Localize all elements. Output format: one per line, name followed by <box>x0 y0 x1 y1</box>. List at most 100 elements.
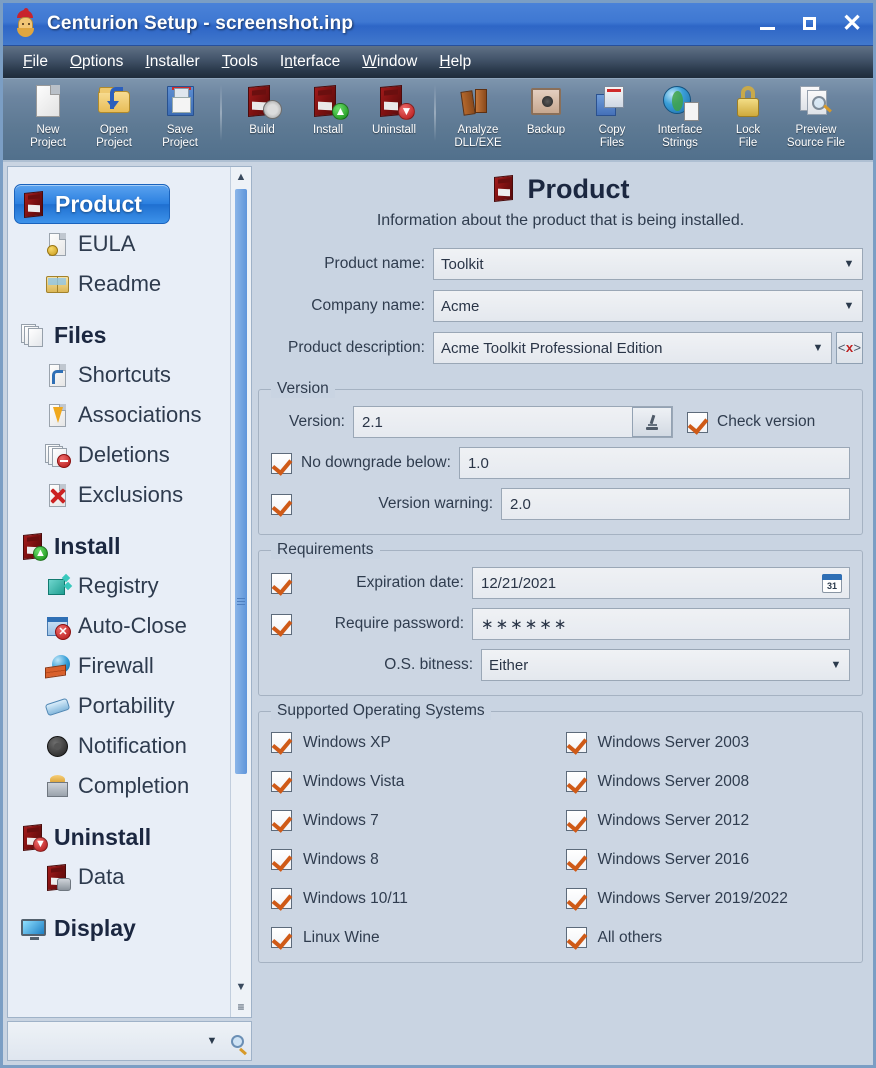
chevron-down-icon[interactable]: ▼ <box>201 1022 223 1060</box>
os-checkbox[interactable] <box>271 927 292 948</box>
sidebar-item-eula[interactable]: EULA <box>14 224 230 264</box>
toolbar-analyze-dll-exe[interactable]: Analyze DLL/EXE <box>443 83 513 149</box>
toolbar-preview-source-file[interactable]: Preview Source File <box>781 83 851 149</box>
chevron-down-icon[interactable]: ▼ <box>836 291 862 321</box>
chevron-down-icon[interactable]: ▼ <box>823 650 849 680</box>
toolbar-backup[interactable]: Backup <box>513 83 579 137</box>
sidebar-item-registry[interactable]: Registry <box>14 566 230 606</box>
sidebar-item-firewall[interactable]: Firewall <box>14 646 230 686</box>
os-label: Windows Server 2008 <box>597 772 750 790</box>
expiration-date-input[interactable]: 12/21/2021 31 <box>472 567 850 599</box>
expand-variables-button[interactable]: < x > <box>836 332 863 364</box>
os-label: Windows Vista <box>303 772 405 790</box>
sidebar-item-files[interactable]: Files <box>14 315 230 355</box>
os-checkbox[interactable] <box>271 810 292 831</box>
os-item[interactable]: Windows Server 2003 <box>565 732 851 753</box>
menu-help[interactable]: Help <box>429 50 481 74</box>
os-bitness-combobox[interactable]: Either ▼ <box>481 649 850 681</box>
os-item[interactable]: Windows 10/11 <box>271 888 556 909</box>
expiration-date-checkbox[interactable] <box>271 572 292 594</box>
os-item[interactable]: Windows 8 <box>271 849 556 870</box>
company-name-combobox[interactable]: Acme ▼ <box>433 290 863 322</box>
toolbar-new-project[interactable]: New Project <box>15 83 81 149</box>
toolbar-install[interactable]: ▲ Install <box>295 83 361 137</box>
sidebar-item-readme[interactable]: Readme <box>14 264 230 304</box>
chevron-down-icon[interactable]: ▼ <box>836 249 862 279</box>
os-checkbox[interactable] <box>271 888 292 909</box>
os-item[interactable]: Windows Vista <box>271 771 556 792</box>
version-warning-checkbox[interactable] <box>271 493 292 515</box>
os-checkbox[interactable] <box>565 810 587 831</box>
os-item[interactable]: Windows Server 2008 <box>565 771 851 792</box>
sidebar-item-deletions[interactable]: Deletions <box>14 435 230 475</box>
sidebar-item-auto-close[interactable]: ✕ Auto-Close <box>14 606 230 646</box>
no-downgrade-checkbox[interactable] <box>271 452 292 474</box>
chevron-down-icon[interactable]: ▼ <box>805 333 831 363</box>
toolbar-build[interactable]: Build <box>229 83 295 137</box>
product-name-combobox[interactable]: Toolkit ▼ <box>433 248 863 280</box>
password-input[interactable]: ∗∗∗∗∗∗ <box>472 608 850 640</box>
maximize-button[interactable] <box>799 13 821 35</box>
sidebar-item-uninstall[interactable]: ▼ Uninstall <box>14 817 230 857</box>
calendar-icon[interactable]: 31 <box>822 573 842 593</box>
menu-interface[interactable]: Interface <box>270 50 350 74</box>
sidebar-scrollbar[interactable]: ▲ ▼ ≡ <box>230 167 251 1017</box>
os-checkbox[interactable] <box>565 849 587 870</box>
os-checkbox[interactable] <box>271 771 292 792</box>
menu-options[interactable]: Options <box>60 50 133 74</box>
sidebar-item-completion[interactable]: Completion <box>14 766 230 806</box>
os-item[interactable]: Windows Server 2016 <box>565 849 851 870</box>
scrollbar-thumb[interactable] <box>235 189 247 774</box>
toolbar-lock-file[interactable]: Lock File <box>715 83 781 149</box>
scrollbar-track[interactable] <box>231 187 251 977</box>
os-item[interactable]: Windows Server 2012 <box>565 810 851 831</box>
sidebar-item-data[interactable]: Data <box>14 857 230 897</box>
os-checkbox[interactable] <box>565 927 587 948</box>
minimize-button[interactable] <box>757 13 779 35</box>
menu-tools[interactable]: Tools <box>212 50 268 74</box>
check-version-checkbox[interactable] <box>687 411 708 433</box>
product-description-combobox[interactable]: Acme Toolkit Professional Edition ▼ <box>433 332 832 364</box>
os-checkbox[interactable] <box>271 732 292 753</box>
scroll-up-icon[interactable]: ▲ <box>231 167 251 187</box>
os-item[interactable]: Windows 7 <box>271 810 556 831</box>
sidebar-item-install[interactable]: ▲ Install <box>14 526 230 566</box>
toolbar-uninstall[interactable]: ▼ Uninstall <box>361 83 427 137</box>
toolbar-save-project[interactable]: Save Project <box>147 83 213 149</box>
os-item[interactable]: All others <box>565 927 851 948</box>
os-item[interactable]: Windows XP <box>271 732 556 753</box>
menu-file[interactable]: File <box>13 50 58 74</box>
close-icon[interactable]: ✕ <box>841 12 863 36</box>
eula-document-icon <box>44 231 71 258</box>
no-downgrade-input[interactable]: 1.0 <box>458 447 850 479</box>
sidebar-item-shortcuts[interactable]: Shortcuts <box>14 355 230 395</box>
resize-grip-icon[interactable]: ≡ <box>231 997 251 1017</box>
version-input[interactable]: 2.1 <box>353 406 673 438</box>
sidebar-item-product[interactable]: Product <box>14 184 170 224</box>
menu-installer[interactable]: Installer <box>135 50 209 74</box>
toolbar-open-project[interactable]: Open Project <box>81 83 147 149</box>
sidebar-item-portability[interactable]: Portability <box>14 686 230 726</box>
toolbar-copy-files[interactable]: Copy Files <box>579 83 645 149</box>
os-checkbox[interactable] <box>565 888 587 909</box>
sidebar-item-display[interactable]: Display <box>14 908 230 948</box>
safe-icon <box>525 83 567 123</box>
sidebar-item-notification[interactable]: Notification <box>14 726 230 766</box>
require-password-checkbox[interactable] <box>271 613 292 635</box>
sidebar-item-associations[interactable]: Associations <box>14 395 230 435</box>
microscope-icon[interactable] <box>632 407 672 437</box>
scroll-down-icon[interactable]: ▼ <box>231 977 251 997</box>
check-version-row[interactable]: Check version <box>687 411 815 433</box>
os-item[interactable]: Linux Wine <box>271 927 556 948</box>
os-checkbox[interactable] <box>565 732 587 753</box>
search-icon[interactable] <box>223 1022 251 1060</box>
sidebar-item-exclusions[interactable]: Exclusions <box>14 475 230 515</box>
version-warning-input[interactable]: 2.0 <box>501 488 850 520</box>
search-input[interactable] <box>8 1021 201 1061</box>
os-checkbox[interactable] <box>271 849 292 870</box>
menu-window[interactable]: Window <box>352 50 427 74</box>
os-item[interactable]: Windows Server 2019/2022 <box>565 888 851 909</box>
os-checkbox[interactable] <box>565 771 587 792</box>
toolbar-interface-strings[interactable]: Interface Strings <box>645 83 715 149</box>
toolbar-label: Install <box>312 124 344 136</box>
